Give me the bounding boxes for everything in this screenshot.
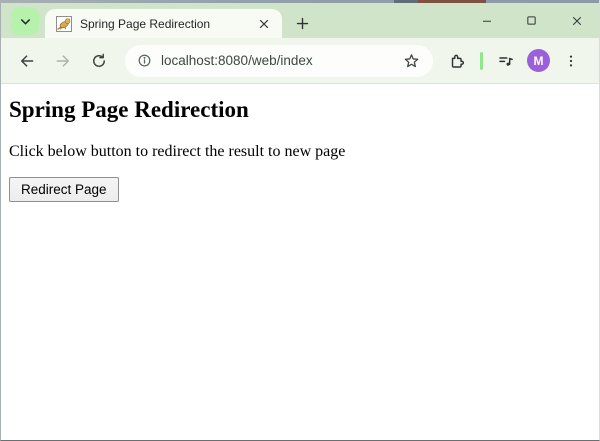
- page-title: Spring Page Redirection: [9, 97, 249, 122]
- forward-arrow-icon: [54, 52, 72, 70]
- media-controls-icon: [497, 52, 515, 70]
- page-content: Spring Page Redirection Click below butt…: [1, 85, 599, 440]
- kebab-menu-icon: [563, 53, 579, 69]
- close-icon: [571, 15, 583, 27]
- media-controls-button[interactable]: [492, 47, 520, 75]
- tab-bar: Spring Page Redirection: [1, 3, 599, 38]
- tomcat-favicon-icon: [56, 15, 72, 32]
- browser-toolbar: localhost:8080/web/index M: [1, 38, 599, 84]
- forward-button[interactable]: [49, 47, 77, 75]
- browser-window: Spring Page Redirection localhost:8080/w…: [0, 0, 600, 441]
- minimize-button[interactable]: [464, 3, 509, 38]
- minimize-icon: [481, 15, 493, 27]
- extensions-puzzle-icon: [448, 52, 466, 70]
- new-tab-button[interactable]: [289, 10, 316, 37]
- chevron-down-icon: [18, 14, 33, 29]
- tab-close-icon[interactable]: [255, 15, 273, 33]
- tab-search-button[interactable]: [11, 7, 39, 35]
- back-button[interactable]: [13, 47, 41, 75]
- tab-spring-page-redirection[interactable]: Spring Page Redirection: [45, 9, 282, 38]
- maximize-button[interactable]: [509, 3, 554, 38]
- reload-icon: [90, 52, 108, 70]
- site-info-icon[interactable]: [137, 53, 152, 68]
- tab-title: Spring Page Redirection: [80, 16, 211, 31]
- plus-icon: [295, 16, 310, 31]
- back-arrow-icon: [18, 52, 36, 70]
- redirect-page-button[interactable]: Redirect Page: [9, 177, 119, 202]
- tab-group-separator: [480, 51, 483, 70]
- url-text: localhost:8080/web/index: [161, 53, 313, 68]
- window-controls: [464, 3, 599, 38]
- avatar-initial: M: [533, 53, 544, 68]
- reload-button[interactable]: [85, 47, 113, 75]
- profile-avatar[interactable]: M: [527, 49, 550, 72]
- address-bar[interactable]: localhost:8080/web/index: [125, 44, 433, 77]
- bookmark-star-icon[interactable]: [397, 47, 425, 75]
- extensions-button[interactable]: [443, 47, 471, 75]
- maximize-icon: [526, 15, 537, 26]
- browser-menu-button[interactable]: [557, 47, 585, 75]
- page-description: Click below button to redirect the resul…: [9, 143, 346, 160]
- close-window-button[interactable]: [554, 3, 599, 38]
